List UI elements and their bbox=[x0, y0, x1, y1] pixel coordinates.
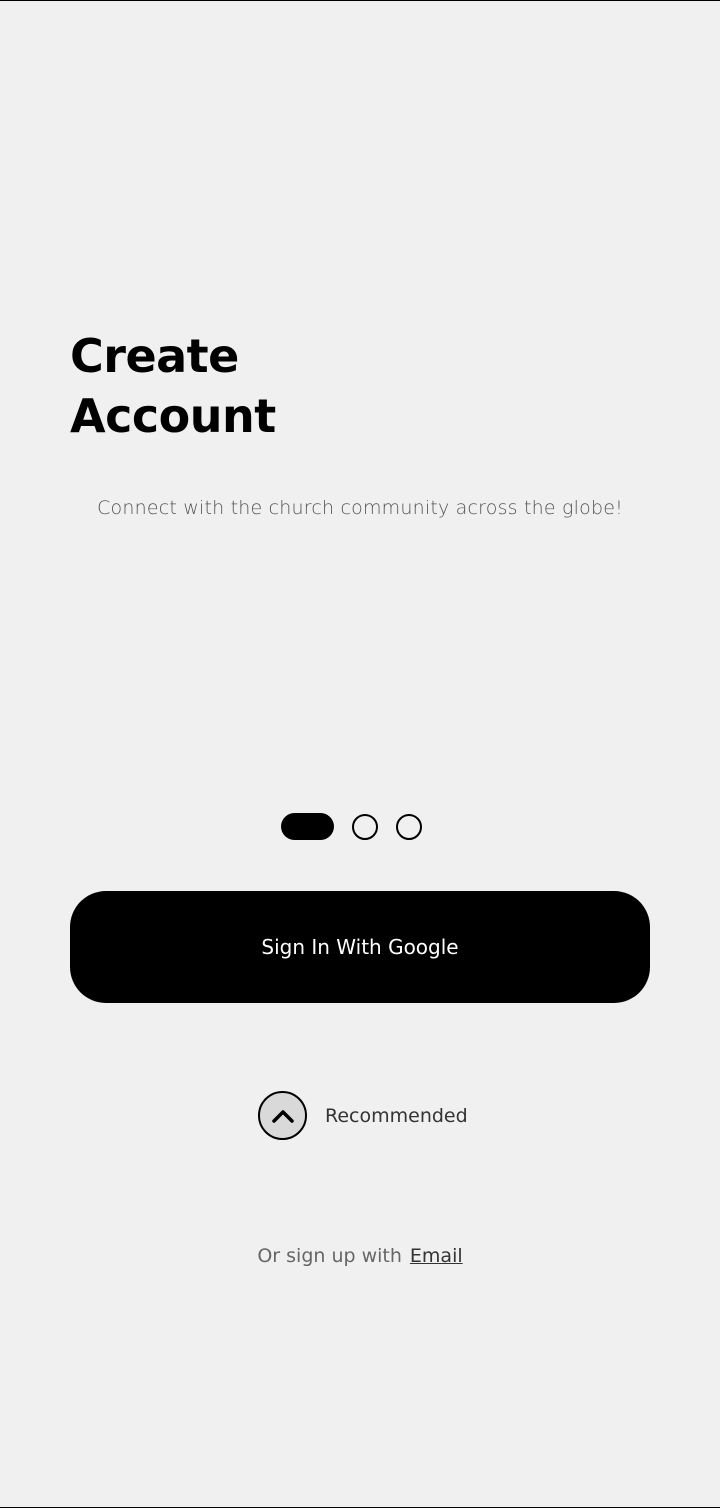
google-sign-in-button[interactable]: Sign In With Google bbox=[70, 891, 650, 1003]
email-signup-link[interactable]: Email bbox=[410, 1245, 463, 1267]
recommended-label: Recommended bbox=[325, 1104, 468, 1127]
page-title-line-2: Account bbox=[70, 389, 276, 443]
pager-dot[interactable] bbox=[396, 813, 422, 840]
recommended-indicator: Recommended bbox=[258, 1091, 468, 1140]
alternative-signup: Or sign up with Email bbox=[0, 1245, 720, 1267]
pager-dot-active[interactable] bbox=[281, 813, 334, 840]
page-title-line-1: Create bbox=[70, 329, 239, 383]
chevron-up-icon[interactable] bbox=[258, 1091, 307, 1140]
alt-signup-prefix: Or sign up with bbox=[257, 1245, 402, 1267]
pager-dot[interactable] bbox=[352, 813, 378, 840]
page-title: Create Account bbox=[70, 326, 470, 446]
top-divider bbox=[0, 0, 720, 1]
page-subtitle: Connect with the church community across… bbox=[97, 497, 623, 519]
onboarding-pager bbox=[281, 813, 422, 840]
